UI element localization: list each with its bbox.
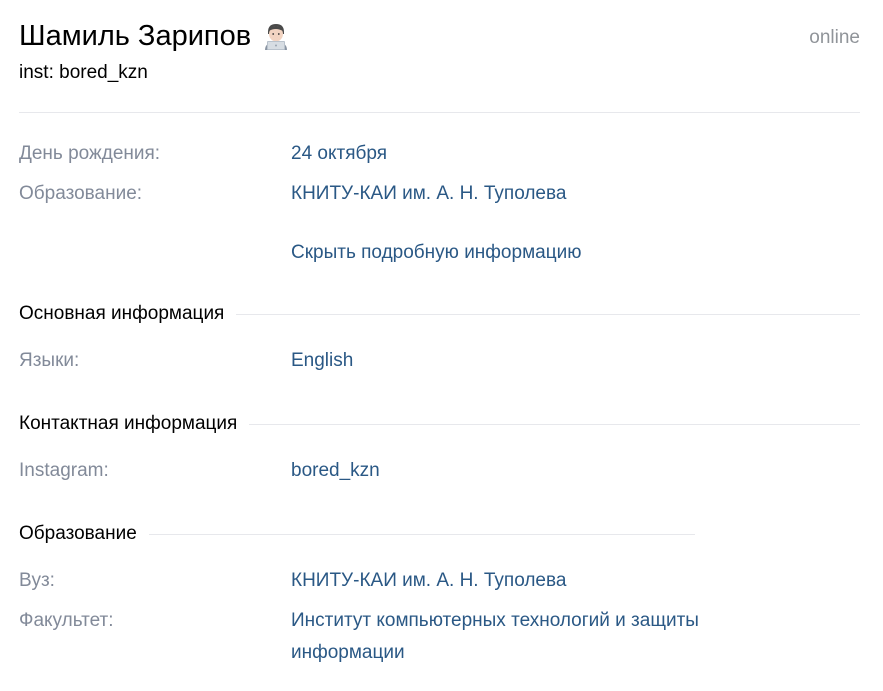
section-divider: [236, 313, 860, 315]
faculty-label: Факультет:: [19, 610, 114, 631]
education-label: Образование:: [19, 183, 143, 204]
technologist-emoji-icon: [261, 21, 291, 51]
profile-name: Шамиль Зарипов: [19, 20, 252, 52]
hide-details-link[interactable]: Скрыть подробную информацию: [291, 237, 581, 269]
birthday-label: День рождения:: [19, 143, 161, 164]
instagram-link[interactable]: bored_kzn: [291, 455, 811, 487]
section-divider: [148, 533, 695, 535]
instagram-label: Instagram:: [19, 460, 109, 481]
university-label: Вуз:: [19, 570, 55, 591]
university-link[interactable]: КНИТУ-КАИ им. А. Н. Туполева: [291, 565, 811, 597]
name-row: Шамиль Зарипов: [19, 17, 291, 55]
languages-label: Языки:: [19, 350, 80, 371]
profile-status: inst: bored_kzn: [19, 62, 148, 83]
profile-header: Шамиль Зарипов inst: bored_kzn online: [19, 0, 860, 113]
languages-link[interactable]: English: [291, 345, 811, 377]
online-status: online: [809, 27, 860, 48]
section-contact-info: Контактная информация: [19, 408, 860, 440]
section-main-info-title: Основная информация: [19, 303, 225, 324]
education-link[interactable]: КНИТУ-КАИ им. А. Н. Туполева: [291, 178, 811, 210]
section-education-title: Образование: [19, 523, 137, 544]
section-main-info: Основная информация: [19, 298, 860, 330]
section-contact-info-title: Контактная информация: [19, 413, 238, 434]
birthday-link[interactable]: 24 октября: [291, 138, 811, 170]
profile-info-page: Шамиль Зарипов inst: bored_kzn online Де…: [19, 0, 860, 663]
section-divider: [249, 423, 860, 425]
section-education: Образование: [19, 518, 695, 550]
faculty-link[interactable]: Институт компьютерных технологий и защит…: [291, 605, 811, 669]
